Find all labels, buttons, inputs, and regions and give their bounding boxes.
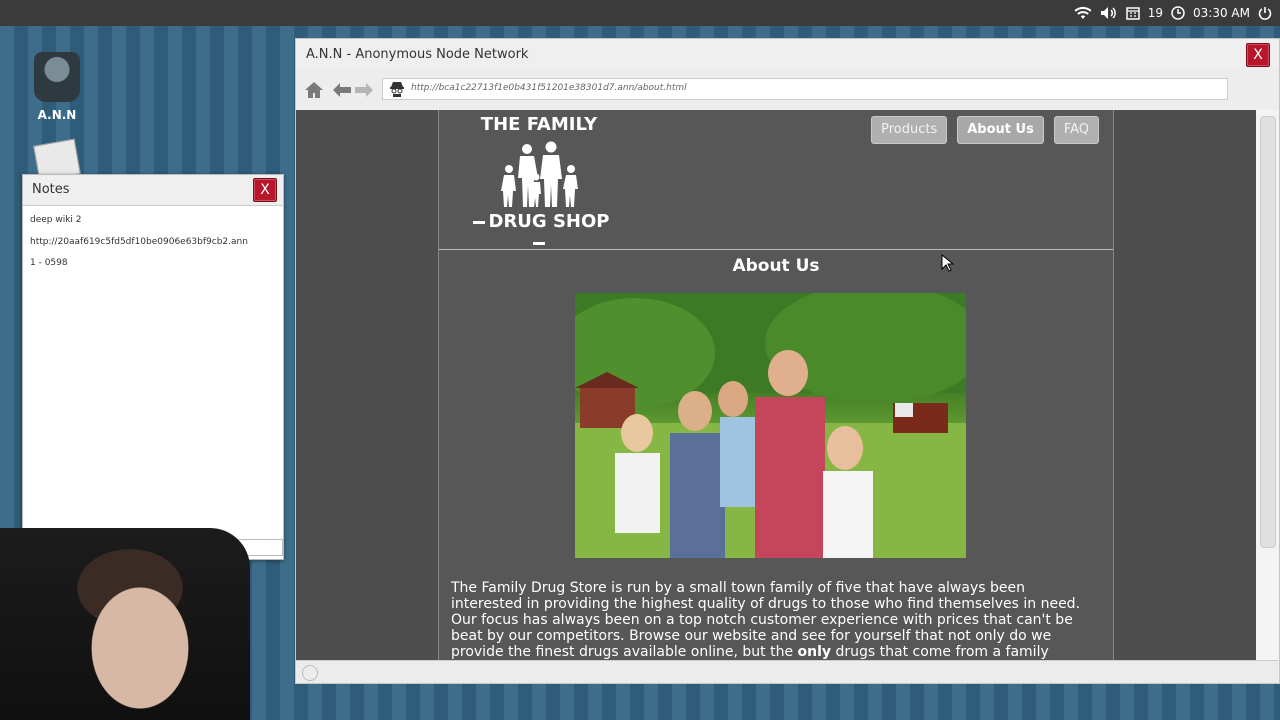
- note-item[interactable]: deep wiki 2: [30, 210, 276, 232]
- spy-icon: [389, 81, 405, 97]
- notes-list: deep wiki 2 http://20aaf619c5fd5df10be09…: [23, 206, 283, 279]
- clock-time[interactable]: 03:30 AM: [1193, 6, 1250, 20]
- back-arrow-icon[interactable]: [333, 82, 351, 101]
- notes-close-button[interactable]: X: [253, 178, 277, 202]
- nav-products-button[interactable]: Products: [871, 116, 948, 144]
- nav-faq-button[interactable]: FAQ: [1053, 116, 1099, 144]
- family-silhouette-icon: [489, 139, 589, 209]
- browser-titlebar[interactable]: A.N.N - Anonymous Node Network X: [296, 39, 1279, 69]
- globe-icon: [302, 665, 318, 681]
- address-bar[interactable]: http://bca1c22713f1e0b431f51201e38301d7.…: [382, 78, 1228, 100]
- page-title: About Us: [732, 256, 820, 276]
- mouse-cursor-icon: [941, 253, 955, 276]
- webcam-overlay: [0, 528, 250, 720]
- home-icon[interactable]: [304, 81, 324, 103]
- desktop-icon-ann[interactable]: A.N.N: [28, 52, 86, 122]
- notes-window: Notes X deep wiki 2 http://20aaf619c5fd5…: [22, 174, 284, 560]
- notes-titlebar[interactable]: Notes X: [23, 175, 283, 206]
- browser-viewport: THE FAMILY DRUG SHOP Products About Us F…: [296, 110, 1256, 660]
- system-top-bar: 19 03:30 AM: [0, 0, 1280, 26]
- family-photo: [575, 293, 966, 558]
- browser-close-button[interactable]: X: [1246, 43, 1270, 67]
- volume-icon[interactable]: [1100, 6, 1118, 20]
- url-text: http://bca1c22713f1e0b431f51201e38301d7.…: [411, 83, 687, 93]
- logo-text-bottom: DRUG SHOP: [459, 211, 619, 253]
- desktop-icon-notes[interactable]: [28, 138, 86, 182]
- clock-icon: [1171, 6, 1185, 20]
- header-divider: [439, 249, 1113, 250]
- notes-title: Notes: [32, 182, 70, 197]
- note-item[interactable]: 1 - 0598: [30, 253, 276, 275]
- browser-statusbar: [296, 660, 1278, 683]
- site-logo[interactable]: THE FAMILY DRUG SHOP: [459, 114, 619, 253]
- desktop-icon-label: A.N.N: [37, 108, 77, 122]
- system-tray: 19 03:30 AM: [1074, 0, 1272, 26]
- bold-emphasis: only: [797, 644, 832, 660]
- scrollbar-thumb[interactable]: [1260, 116, 1276, 548]
- note-item[interactable]: http://20aaf619c5fd5df10be0906e63bf9cb2.…: [30, 232, 276, 254]
- power-icon[interactable]: [1258, 6, 1272, 20]
- browser-toolbar: http://bca1c22713f1e0b431f51201e38301d7.…: [296, 69, 1279, 109]
- date-number: 19: [1147, 6, 1164, 20]
- forward-arrow-icon[interactable]: [355, 82, 373, 101]
- browser-title: A.N.N - Anonymous Node Network: [306, 47, 529, 62]
- browser-window: A.N.N - Anonymous Node Network X http://…: [295, 38, 1280, 684]
- spy-hat-icon: [34, 52, 80, 102]
- site-nav: Products About Us FAQ: [871, 116, 1099, 144]
- nav-about-us-button[interactable]: About Us: [957, 116, 1044, 144]
- calendar-icon[interactable]: [1126, 6, 1140, 20]
- logo-text-top: THE FAMILY: [480, 114, 598, 135]
- vertical-scrollbar[interactable]: [1256, 110, 1278, 660]
- wifi-icon[interactable]: [1074, 6, 1092, 20]
- web-page: THE FAMILY DRUG SHOP Products About Us F…: [438, 110, 1114, 660]
- about-body-text: The Family Drug Store is run by a small …: [451, 580, 1081, 660]
